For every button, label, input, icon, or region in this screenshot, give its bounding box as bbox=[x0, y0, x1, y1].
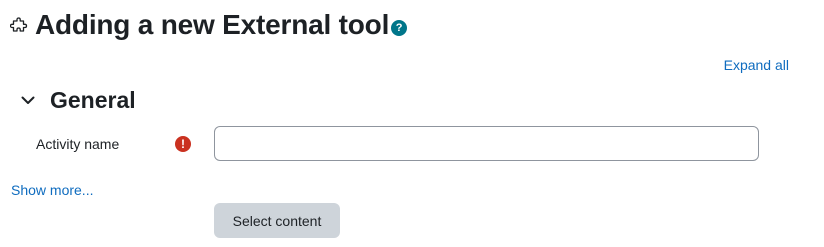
expand-all-link[interactable]: Expand all bbox=[724, 57, 789, 73]
section-title: General bbox=[50, 87, 136, 113]
page-title: Adding a new External tool bbox=[35, 9, 390, 40]
activity-name-input[interactable] bbox=[214, 126, 759, 161]
show-more-link[interactable]: Show more... bbox=[11, 182, 93, 198]
chevron-down-icon bbox=[18, 90, 38, 110]
puzzle-icon bbox=[9, 16, 29, 36]
page: Adding a new External tool ? Expand all … bbox=[0, 0, 824, 247]
title-row: Adding a new External tool ? bbox=[9, 8, 408, 42]
activity-name-label: Activity name bbox=[36, 136, 120, 152]
required-icon: ! bbox=[175, 136, 191, 152]
select-content-button[interactable]: Select content bbox=[214, 203, 340, 238]
help-icon[interactable]: ? bbox=[391, 20, 408, 36]
section-general-toggle[interactable]: General bbox=[18, 86, 136, 114]
